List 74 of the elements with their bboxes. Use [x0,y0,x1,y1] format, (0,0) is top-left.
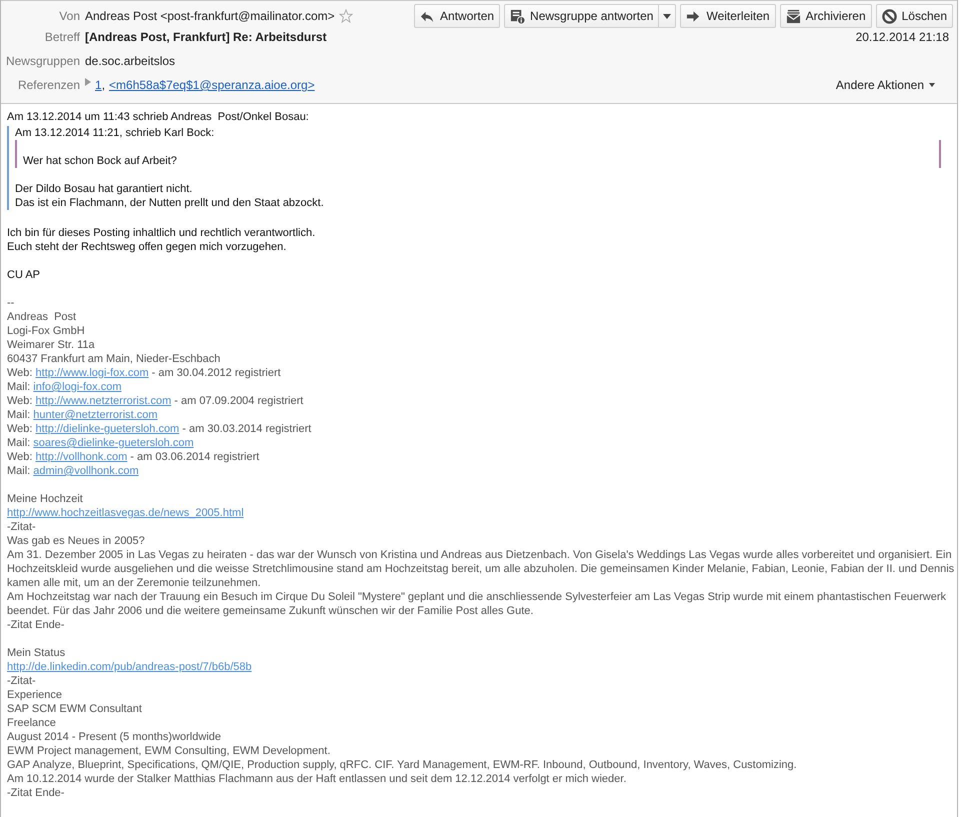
toolbar-button[interactable]: Archivieren [780,4,872,28]
signature-line: 60437 Frankfurt am Main, Nieder-Eschbach [7,352,220,366]
signature-line: Was gab es Neues in 2005? [7,534,145,548]
signature-line: Logi-Fox GmbH [7,324,85,338]
signature-line: Meine Hochzeit [7,492,83,506]
signature-line: August 2014 - Present (5 months)worldwide [7,730,221,744]
link[interactable]: hunter@netzterrorist.com [33,409,158,421]
link[interactable]: soares@dielinke-guetersloh.com [33,437,194,449]
signature-line: Andreas Post [7,310,76,324]
signature-line: Hochzeitskleid wurde ausgeliehen und die weisse Stretchlimousine stand am Hochzeitstag bereit, um alle abzuholen. Die gemeinsamen Kinder Melanie, Fabian, Leonie, Fabian der II. und Dennis [7,562,954,576]
date-text: 20.12.2014 21:18 [856,29,950,46]
message-line: Am 13.12.2014 um 11:43 schrieb Andreas Post/Onkel Bosau: [7,110,309,124]
separator-text: , [102,77,106,94]
archive-box-icon [786,8,801,24]
message-line: Das ist ein Flachmann, der Nutten prellt und den Staat abzockt. [15,196,324,210]
reference-link[interactable]: 1 [95,76,102,94]
field-label: Betreff [44,29,81,46]
newsgroup-value: de.soc.arbeitslos [85,53,176,70]
signature-line: Mail: soares@dielinke-guetersloh.com [7,436,194,450]
link[interactable]: http://vollhonk.com [36,451,128,463]
message-line: Der Dildo Bosau hat garantiert nicht. [15,182,192,196]
signature-line: Web: http://www.netzterrorist.com - am 07.09.2004 registriert [7,394,304,408]
signature-line: beendet. Für das Jahr 2006 und die weitere gemeinsame Zukunft wünschen wir der Familie Post alles Gute. [7,604,534,618]
caret-icon [663,14,672,18]
expand-triangle-icon[interactable] [85,78,91,86]
signature-line: Weimarer Str. 11a [7,338,95,352]
signature-line: Am Hochzeitstag war nach der Trauung ein Besuch im Cirque Du Soleil "Mystere" geplant und die anschliessende Sylvesterfeier am Las Vegas Strip wurde mit einem phantastischen Feuerwerk [7,590,946,604]
message-line: CU AP [7,268,40,282]
signature-line: -Zitat Ende- [7,786,64,800]
link[interactable]: http://de.linkedin.com/pub/andreas-post/7/b6b/58b [7,661,252,673]
signature-line: Experience [7,688,62,702]
signature-line: kamen alle mit, um an der Zeremonie teilzunehmen. [7,576,261,590]
signature-line: Web: http://vollhonk.com - am 03.06.2014 registriert [7,450,260,464]
signature-line: SAP SCM EWM Consultant [7,702,142,716]
toolbar-button[interactable]: Weiterleiten [680,4,776,28]
signature-line: -Zitat Ende- [7,618,64,632]
star-icon[interactable] [338,9,353,23]
signature-line: Mein Status [7,646,66,660]
message-line: Euch steht der Rechtsweg offen gegen mich vorzugehen. [7,240,286,254]
signature-line: Freelance [7,716,56,730]
other-actions-menu[interactable]: Andere Aktionen [828,76,943,94]
signature-line: Mail: hunter@netzterrorist.com [7,408,158,422]
link[interactable]: http://dielinke-guetersloh.com [36,423,180,435]
document-info-icon [510,8,526,24]
signature-line: Mail: info@logi-fox.com [7,380,122,394]
link[interactable]: http://www.netzterrorist.com [36,395,172,407]
caret-icon [929,83,935,87]
toolbar-button[interactable]: Antworten [414,4,500,28]
link[interactable]: info@logi-fox.com [33,381,122,393]
signature-line: EWM Project management, EWM Consulting, EWM Development. [7,744,330,758]
sender-value: Andreas Post <post-frankfurt@mailinator.com> [85,8,335,25]
link[interactable]: http://www.hochzeitlasvegas.de/news_2005.html [7,507,244,519]
signature-line: -Zitat- [7,674,36,688]
signature-line: Web: http://www.logi-fox.com - am 30.04.2012 registriert [7,366,281,380]
toolbar-button[interactable]: Löschen [876,4,953,28]
signature-line: GAP Analyze, Blueprint, Specifications, QM/QIE, Production supply, qRFC. CIF. Yard Management, EWM-RF. Inbound, Outbound, Inventory, Waves, Customizing. [7,758,797,772]
link[interactable]: http://www.logi-fox.com [36,367,149,379]
reference-link[interactable]: <m6h58a$7eq$1@speranza.aioe.org> [109,76,315,94]
subject-value: [Andreas Post, Frankfurt] Re: Arbeitsdurst [85,29,327,46]
field-label: Newsgruppen [4,53,81,70]
signature-line: Mail: admin@vollhonk.com [7,464,139,478]
message-line: Ich bin für dieses Posting inhaltlich und rechtlich verantwortlich. [7,226,316,240]
delete-icon [882,8,897,24]
message-line: Wer hat schon Bock auf Arbeit? [23,154,177,168]
signature-line: -Zitat- [7,520,36,534]
forward-arrow-icon [686,8,702,24]
signature-line: -- [7,296,14,310]
message-line: Am 13.12.2014 11:21, schrieb Karl Bock: [15,126,214,140]
link[interactable]: admin@vollhonk.com [33,465,139,477]
signature-line: Web: http://dielinke-guetersloh.com - am 30.03.2014 registriert [7,422,312,436]
field-label: Von [58,8,81,25]
signature-line: Am 10.12.2014 wurde der Stalker Matthias Flachmann aus der Haft entlassen und seit dem 12.12.2014 verfolgt er mich wieder. [7,772,626,786]
field-label: Referenzen [16,77,81,94]
signature-line: Am 31. Dezember 2005 in Las Vegas zu heiraten - das war der Wunsch von Kristina und Andreas aus Dietzenbach. Von Gisela's Weddings Las Vegas wurde alles vorbereitet und organisiert. Ein [7,548,952,562]
